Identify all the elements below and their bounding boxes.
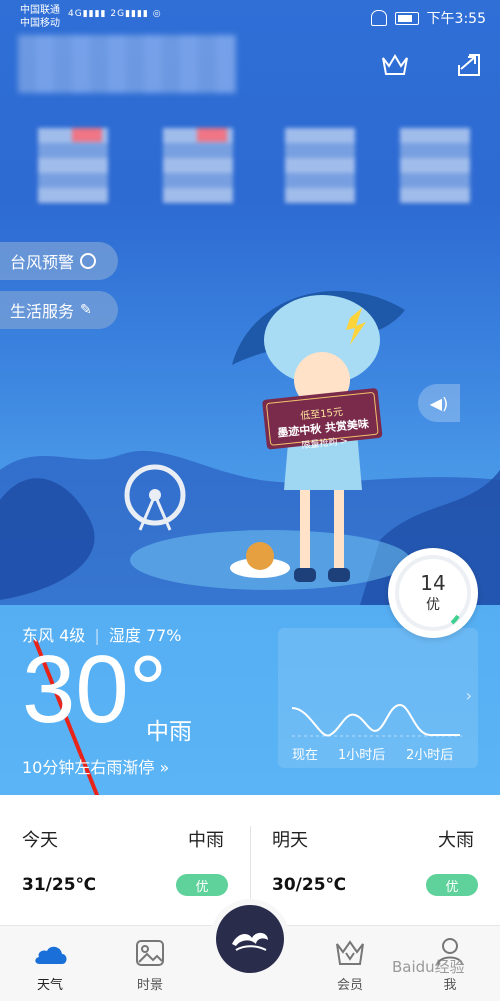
chevron-right-icon: › xyxy=(465,686,472,705)
moji-logo-icon xyxy=(232,932,268,951)
rain-label-now: 现在 xyxy=(292,748,319,763)
nav-weather[interactable]: 天气 xyxy=(15,926,85,1001)
signal-icons: 4G▮▮▮▮ 2G▮▮▮▮ ◎ xyxy=(68,9,162,19)
nav-member[interactable]: 会员 xyxy=(315,926,385,1001)
status-right: 下午3:55 xyxy=(370,8,486,28)
typhoon-alert-button[interactable]: 台风预警 xyxy=(0,242,118,280)
forecast-day: 明天 xyxy=(272,830,308,851)
network-2: 2G xyxy=(110,9,126,19)
forecast-temp: 31/25℃ xyxy=(22,875,97,895)
broom-icon: ✎ xyxy=(80,302,92,318)
nav-member-label: 会员 xyxy=(336,978,363,993)
blurred-cell-3 xyxy=(285,128,355,203)
clock: 下午3:55 xyxy=(426,11,486,27)
crown-icon[interactable] xyxy=(378,48,412,82)
forecast-temp: 30/25℃ xyxy=(272,875,347,895)
status-bar: 中国联通 中国移动 4G▮▮▮▮ 2G▮▮▮▮ ◎ 下午3:55 xyxy=(0,0,500,34)
blurred-cell-2 xyxy=(163,128,233,203)
nav-scenery[interactable]: 时景 xyxy=(115,926,185,1001)
watermark-text: Baidu经验 xyxy=(392,958,465,976)
life-service-button[interactable]: 生活服务 ✎ xyxy=(0,291,118,329)
forecast-aqi-badge: 优 xyxy=(176,874,228,896)
blurred-cell-4 xyxy=(400,128,470,203)
speaker-button[interactable]: ◀) xyxy=(418,384,460,422)
blurred-cell-1 xyxy=(38,128,108,203)
mute-bell-icon xyxy=(370,10,387,26)
rain-note-text: 10分钟左右雨渐停 xyxy=(22,758,155,777)
carrier-info: 中国联通 中国移动 xyxy=(20,4,60,30)
aqi-dial[interactable]: 14 优 xyxy=(388,548,478,638)
nav-weather-label: 天气 xyxy=(36,978,63,993)
target-icon xyxy=(80,253,97,269)
carrier-2: 中国移动 xyxy=(20,18,60,29)
forecast-aqi-badge: 优 xyxy=(426,874,478,896)
forecast-day: 今天 xyxy=(22,830,58,851)
cloud-icon xyxy=(35,946,67,964)
rain-label-1h: 1小时后 xyxy=(338,748,386,763)
rain-forecast-link[interactable]: 10分钟左右雨渐停 » xyxy=(22,754,169,778)
share-icon[interactable] xyxy=(452,48,486,82)
nav-scenery-label: 时景 xyxy=(136,978,163,993)
speaker-icon: ◀) xyxy=(429,393,449,413)
image-icon xyxy=(136,940,164,966)
chevron-right-icon: » xyxy=(159,758,170,777)
member-crown-icon xyxy=(336,940,364,965)
rain-label-2h: 2小时后 xyxy=(406,748,454,763)
current-condition: 中雨 xyxy=(146,719,192,745)
life-service-label: 生活服务 xyxy=(10,302,75,321)
forecast-condition: 中雨 xyxy=(188,830,224,851)
typhoon-alert-label: 台风预警 xyxy=(10,253,75,272)
network-1: 4G xyxy=(68,9,83,19)
battery-icon xyxy=(394,11,419,25)
forecast-divider xyxy=(250,826,251,900)
location-title-blurred xyxy=(18,35,236,93)
center-logo-button[interactable] xyxy=(216,905,284,973)
forecast-condition: 大雨 xyxy=(438,830,474,851)
carrier-1: 中国联通 xyxy=(20,5,60,16)
